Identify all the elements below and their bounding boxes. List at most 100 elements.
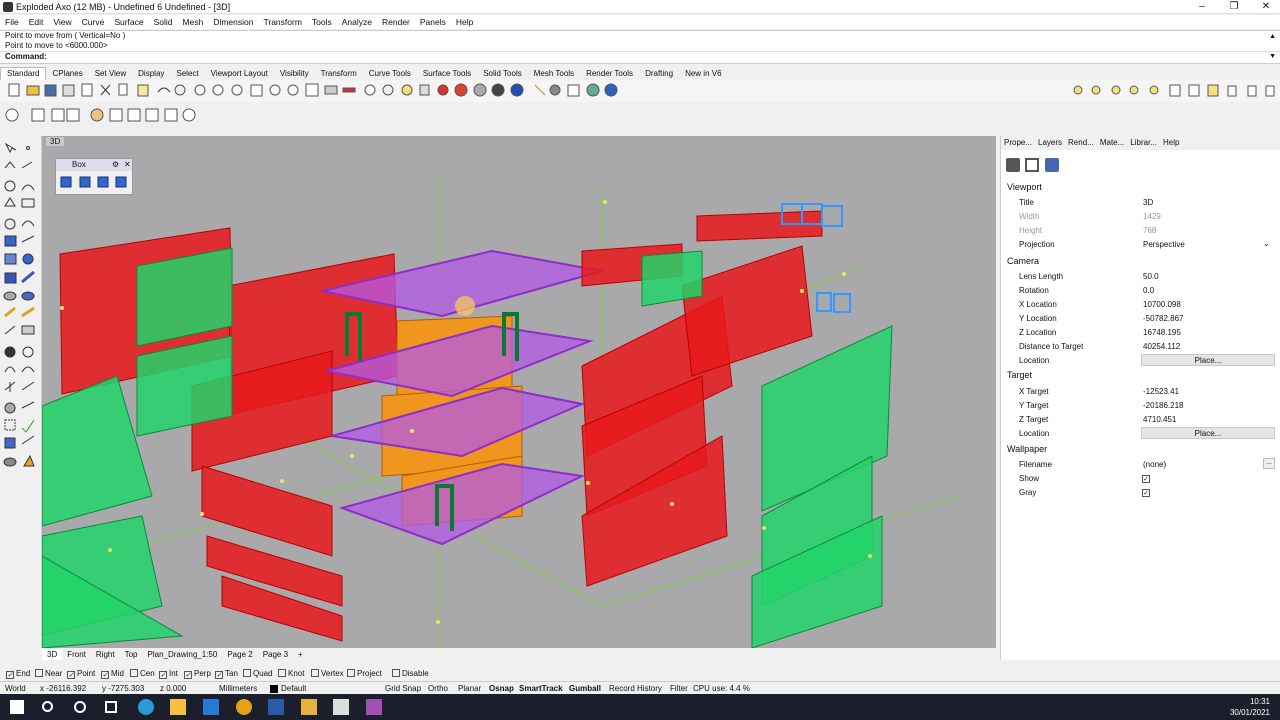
- add-tab-icon[interactable]: +: [293, 649, 308, 660]
- tab-layers[interactable]: Layers: [1035, 136, 1065, 147]
- viewtab-page-2[interactable]: Page 2: [222, 649, 257, 660]
- menu-surface[interactable]: Surface: [109, 15, 148, 27]
- smarttrack-toggle[interactable]: SmartTrack: [519, 684, 563, 693]
- osnap-end[interactable]: ✓ End: [6, 669, 30, 679]
- viewtab-right[interactable]: Right: [91, 649, 120, 660]
- menu-help[interactable]: Help: [451, 15, 478, 27]
- x-location-value[interactable]: 10700.098: [1143, 300, 1181, 309]
- menu-view[interactable]: View: [48, 15, 76, 27]
- menu-transform[interactable]: Transform: [258, 15, 306, 27]
- z-location-value[interactable]: 16748.195: [1143, 328, 1181, 337]
- command-scroll-down-icon[interactable]: ▼: [1269, 53, 1276, 60]
- menu-render[interactable]: Render: [377, 15, 415, 27]
- viewport-3d[interactable]: 3D Box ⚙ ✕: [42, 136, 996, 648]
- osnap-quad[interactable]: Quad: [243, 669, 273, 678]
- lens-length-value[interactable]: 50.0: [1143, 272, 1159, 281]
- y-location-value[interactable]: -50782.867: [1143, 314, 1183, 323]
- file-explorer-icon[interactable]: [170, 699, 186, 715]
- gear-icon[interactable]: ⚙: [112, 160, 119, 169]
- secondary-toolbar-icons[interactable]: [0, 103, 220, 127]
- box-tool-icons[interactable]: [56, 172, 134, 196]
- edge-icon[interactable]: [138, 699, 154, 715]
- gray-checkbox[interactable]: ✓: [1142, 489, 1150, 497]
- viewtab-3d[interactable]: 3D: [42, 649, 63, 660]
- browse-button[interactable]: ...: [1263, 458, 1275, 469]
- title-value[interactable]: 3D: [1143, 198, 1153, 207]
- render-toolbar-icons[interactable]: [1068, 80, 1278, 102]
- command-scroll-up-icon[interactable]: ▲: [1269, 33, 1276, 40]
- projection-select[interactable]: Perspective: [1143, 240, 1185, 249]
- camera-icon[interactable]: [1006, 158, 1020, 172]
- grid-snap-toggle[interactable]: Grid Snap: [385, 684, 421, 693]
- osnap-int[interactable]: ✓ Int: [159, 669, 178, 679]
- close-icon[interactable]: ✕: [124, 160, 131, 169]
- record-history-toggle[interactable]: Record History: [609, 684, 662, 693]
- mail-icon[interactable]: [203, 699, 219, 715]
- viewtab-front[interactable]: Front: [62, 649, 91, 660]
- exploded-axo-model[interactable]: [42, 136, 996, 648]
- osnap-disable[interactable]: Disable: [392, 669, 429, 678]
- filename-value[interactable]: (none): [1143, 460, 1166, 469]
- osnap-mid[interactable]: ✓ Mid: [101, 669, 124, 679]
- current-layer[interactable]: Default: [281, 684, 306, 693]
- ortho-toggle[interactable]: Ortho: [428, 684, 448, 693]
- menu-dimension[interactable]: Dimension: [208, 15, 258, 27]
- left-toolbar[interactable]: [0, 136, 42, 648]
- viewtab-plan-drawing[interactable]: Plan_Drawing_1:50: [143, 649, 223, 660]
- chevron-down-icon[interactable]: ⌄: [1263, 239, 1270, 248]
- task-view-icon[interactable]: [105, 701, 117, 713]
- system-clock[interactable]: 10:31 30/01/2021: [1230, 696, 1270, 718]
- menu-solid[interactable]: Solid: [149, 15, 178, 27]
- menu-file[interactable]: File: [0, 15, 24, 27]
- menu-panels[interactable]: Panels: [415, 15, 451, 27]
- planar-toggle[interactable]: Planar: [458, 684, 481, 693]
- osnap-knot[interactable]: Knot: [278, 669, 304, 678]
- osnap-tan[interactable]: ✓ Tan: [215, 669, 238, 679]
- close-icon[interactable]: ✕: [1250, 0, 1280, 14]
- search-icon[interactable]: [42, 701, 53, 712]
- left-toolbar-icons[interactable]: [0, 136, 42, 476]
- show-checkbox[interactable]: ✓: [1142, 475, 1150, 483]
- osnap-vertex[interactable]: Vertex: [311, 669, 344, 678]
- x-target-value[interactable]: -12523.41: [1143, 387, 1179, 396]
- tab-rendering[interactable]: Rend...: [1065, 136, 1097, 147]
- maximize-icon[interactable]: ❐: [1218, 0, 1250, 14]
- folder-icon[interactable]: [301, 699, 317, 715]
- place-camera-button[interactable]: Place...: [1141, 354, 1275, 366]
- osnap-near[interactable]: Near: [35, 669, 62, 678]
- rhino-taskbar-icon[interactable]: [333, 699, 349, 715]
- osnap-project[interactable]: Project: [347, 669, 382, 678]
- viewtab-top[interactable]: Top: [120, 649, 143, 660]
- tab-materials[interactable]: Mate...: [1097, 136, 1127, 147]
- app-taskbar-icon[interactable]: [366, 699, 382, 715]
- z-target-value[interactable]: 4710.451: [1143, 415, 1176, 424]
- cplane-indicator[interactable]: World: [5, 684, 26, 693]
- distance-value[interactable]: 40254.112: [1143, 342, 1180, 351]
- rotation-value[interactable]: 0.0: [1143, 286, 1154, 295]
- menu-edit[interactable]: Edit: [24, 15, 49, 27]
- tab-help[interactable]: Help: [1160, 136, 1182, 147]
- chrome-icon[interactable]: [236, 699, 252, 715]
- units[interactable]: Millimeters: [219, 684, 257, 693]
- tab-properties[interactable]: Prope...: [1001, 136, 1035, 147]
- y-target-value[interactable]: -20186.218: [1143, 401, 1183, 410]
- menu-analyze[interactable]: Analyze: [337, 15, 377, 27]
- menu-curve[interactable]: Curve: [77, 15, 110, 27]
- osnap-toggle[interactable]: Osnap: [489, 684, 514, 693]
- tab-standard[interactable]: Standard: [0, 67, 47, 80]
- viewport-icon[interactable]: [1025, 158, 1039, 172]
- tab-libraries[interactable]: Librar...: [1127, 136, 1160, 147]
- word-icon[interactable]: [268, 699, 284, 715]
- minimize-icon[interactable]: –: [1186, 0, 1218, 14]
- standard-toolbar-icons[interactable]: [0, 80, 640, 102]
- osnap-perp[interactable]: ✓ Perp: [184, 669, 211, 679]
- osnap-point[interactable]: ✓ Point: [67, 669, 95, 679]
- gumball-toggle[interactable]: Gumball: [569, 684, 601, 693]
- cortana-icon[interactable]: [74, 701, 86, 713]
- menu-mesh[interactable]: Mesh: [178, 15, 209, 27]
- box-toolbar-panel[interactable]: Box ⚙ ✕: [55, 158, 133, 195]
- windows-start-icon[interactable]: [10, 700, 24, 714]
- osnap-cen[interactable]: Cen: [130, 669, 155, 678]
- place-target-button[interactable]: Place...: [1141, 427, 1275, 439]
- menu-tools[interactable]: Tools: [307, 15, 337, 27]
